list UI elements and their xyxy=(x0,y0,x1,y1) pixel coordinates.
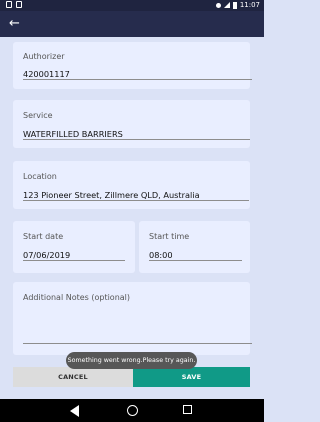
start-time-field[interactable]: 08:00 xyxy=(149,250,173,260)
authorizer-label: Authorizer xyxy=(23,52,65,61)
toast-message: Something went wrong.Please try again. xyxy=(66,352,197,369)
additional-notes-card[interactable]: Additional Notes (optional) xyxy=(13,282,252,355)
location-card[interactable]: Location 123 Pioneer Street, Zillmere QL… xyxy=(13,161,250,209)
start-time-label: Start time xyxy=(149,232,190,241)
start-date-card[interactable]: Start date 07/06/2019 xyxy=(13,221,135,273)
notification-icon xyxy=(6,1,12,8)
start-date-underline xyxy=(23,260,125,261)
authorizer-underline xyxy=(23,79,252,80)
service-label: Service xyxy=(23,111,53,120)
service-field[interactable]: WATERFILLED BARRIERS xyxy=(23,129,123,139)
start-time-underline xyxy=(149,260,242,261)
additional-notes-underline xyxy=(23,343,252,344)
notification-icon xyxy=(16,1,22,8)
app-bar: ← xyxy=(0,11,264,37)
cancel-button[interactable]: CANCEL xyxy=(13,367,133,387)
status-left-icons xyxy=(6,1,22,8)
arrow-back-icon[interactable]: ← xyxy=(9,17,23,31)
location-underline xyxy=(23,200,249,201)
save-button[interactable]: SAVE xyxy=(133,367,250,387)
status-right-icons: 11:07 xyxy=(215,1,260,9)
battery-icon xyxy=(232,1,237,9)
nav-recent-icon[interactable] xyxy=(183,405,192,414)
start-time-card[interactable]: Start time 08:00 xyxy=(139,221,250,273)
authorizer-field[interactable]: 420001117 xyxy=(23,69,70,79)
start-date-label: Start date xyxy=(23,232,64,241)
start-date-field[interactable]: 07/06/2019 xyxy=(23,250,70,260)
service-card[interactable]: Service WATERFILLED BARRIERS xyxy=(13,100,250,148)
clock: 11:07 xyxy=(239,1,260,9)
system-nav-bar xyxy=(0,399,264,422)
service-underline xyxy=(23,139,250,140)
location-icon xyxy=(215,2,221,8)
nav-back-icon[interactable] xyxy=(70,405,79,417)
location-label: Location xyxy=(23,172,57,181)
additional-notes-label: Additional Notes (optional) xyxy=(23,293,131,302)
location-field[interactable]: 123 Pioneer Street, Zillmere QLD, Austra… xyxy=(23,190,200,200)
authorizer-card[interactable]: Authorizer 420001117 xyxy=(13,42,252,89)
nav-home-icon[interactable] xyxy=(127,405,138,416)
status-bar: 11:07 xyxy=(0,0,264,11)
signal-icon xyxy=(223,2,230,8)
